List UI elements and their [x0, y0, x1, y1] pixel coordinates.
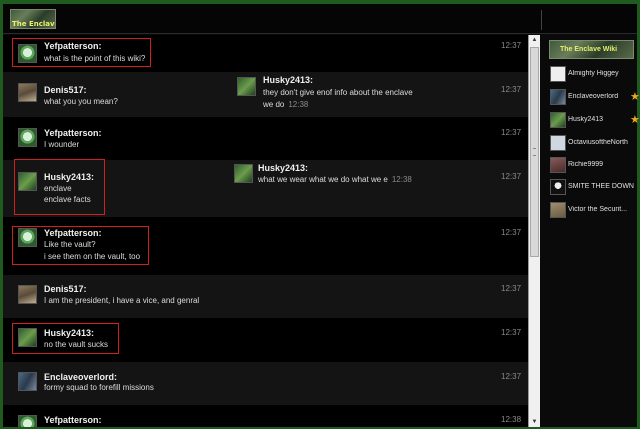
message-time: 12:38 — [391, 175, 412, 184]
message-author[interactable]: Husky2413: — [263, 75, 313, 85]
message-time: 12:37 — [501, 372, 522, 381]
highlight-box — [12, 323, 119, 354]
chat-message: Yefpatterson: I wounder 12:37 — [3, 117, 528, 160]
scroll-up-icon[interactable]: ▲ — [529, 35, 540, 45]
message-time: 12:37 — [501, 328, 522, 337]
message-text-part: what we wear what we do what we e — [258, 175, 388, 184]
header-divider — [541, 10, 542, 30]
highlight-box — [14, 159, 105, 215]
scrollbar-thumb[interactable] — [530, 47, 539, 257]
user-name: OctaviusoftheNorth — [568, 139, 628, 146]
user-name: Husky2413 — [568, 116, 604, 123]
chat-message: Denis517: I am the president, i have a v… — [3, 275, 528, 318]
user-list-item[interactable]: Enclaveoverlord ★ — [550, 89, 640, 107]
chat-message: Denis517: what you you mean? 12:37 Husky… — [3, 72, 528, 117]
header-bar: The Enclave Wiki — [3, 4, 637, 34]
user-avatar — [550, 202, 566, 218]
chat-scrollbar[interactable]: ▲ ▼ — [528, 35, 540, 427]
user-list-item[interactable]: SMITE THEE DOWN — [550, 179, 635, 197]
user-list-panel: The Enclave Wiki Almighty Higgey Enclave… — [540, 35, 640, 427]
message-author[interactable]: Yefpatterson: — [44, 128, 102, 138]
message-text: we do 12:38 — [263, 100, 308, 109]
message-text-part: we do — [263, 100, 285, 109]
user-avatar[interactable] — [18, 83, 37, 102]
user-name: Victor the Securit... — [568, 206, 628, 213]
scroll-down-icon[interactable]: ▼ — [529, 417, 540, 427]
chat-message: Yefpatterson: 12:38 — [3, 405, 528, 427]
star-icon: ★ — [630, 91, 640, 103]
message-time: 12:37 — [501, 41, 522, 50]
user-avatar[interactable] — [237, 77, 256, 96]
message-author[interactable]: Denis517: — [44, 85, 87, 95]
user-name: SMITE THEE DOWN — [568, 183, 634, 190]
user-avatar — [550, 66, 566, 82]
message-author[interactable]: Denis517: — [44, 284, 87, 294]
user-avatar — [550, 135, 566, 151]
user-avatar — [550, 89, 566, 105]
user-name: Almighty Higgey — [568, 70, 619, 77]
user-list-item[interactable]: Victor the Securit... — [550, 202, 635, 220]
highlight-box — [12, 38, 151, 67]
user-list-item[interactable]: Husky2413 ★ — [550, 112, 640, 130]
message-author[interactable]: Husky2413: — [258, 163, 308, 173]
user-list-item[interactable]: OctaviusoftheNorth — [550, 135, 635, 153]
message-time: 12:37 — [501, 172, 522, 181]
message-text: what we wear what we do what we e 12:38 — [258, 175, 412, 184]
user-list-item[interactable]: Almighty Higgey — [550, 66, 635, 84]
message-time: 12:37 — [501, 228, 522, 237]
user-list-item[interactable]: Richie9999 — [550, 157, 635, 175]
message-text: they don't give enof info about the encl… — [263, 88, 413, 97]
user-avatar[interactable] — [18, 128, 37, 147]
star-icon: ★ — [630, 114, 640, 126]
chat-log[interactable]: Yefpatterson: what is the point of this … — [3, 35, 528, 427]
message-time: 12:38 — [501, 415, 522, 424]
highlight-box — [12, 226, 149, 265]
message-text: I am the president, i have a vice, and g… — [44, 296, 200, 305]
user-avatar[interactable] — [18, 415, 37, 427]
user-avatar[interactable] — [18, 372, 37, 391]
message-time: 12:37 — [501, 284, 522, 293]
message-time: 12:37 — [501, 85, 522, 94]
message-text: formy squad to forefill missions — [44, 383, 154, 392]
message-time: 12:38 — [288, 100, 309, 109]
user-avatar — [550, 112, 566, 128]
user-name: Richie9999 — [568, 161, 604, 168]
user-avatar[interactable] — [234, 164, 253, 183]
user-avatar — [550, 179, 566, 195]
chat-message: Enclaveoverlord: formy squad to forefill… — [3, 362, 528, 405]
user-avatar — [550, 157, 566, 173]
user-name: Enclaveoverlord — [568, 93, 619, 100]
grip-icon — [533, 148, 536, 156]
message-time: 12:37 — [501, 128, 522, 137]
wiki-logo[interactable]: The Enclave Wiki — [549, 40, 634, 59]
message-text: I wounder — [44, 140, 80, 149]
wiki-logo[interactable]: The Enclave Wiki — [10, 9, 56, 29]
message-author[interactable]: Enclaveoverlord: — [44, 372, 117, 382]
wiki-logo-text: The Enclave Wiki — [560, 46, 618, 53]
message-author[interactable]: Yefpatterson: — [44, 415, 102, 425]
message-text: what you you mean? — [44, 97, 118, 106]
user-avatar[interactable] — [18, 285, 37, 304]
wiki-logo-text: The Enclave Wiki — [12, 20, 55, 28]
